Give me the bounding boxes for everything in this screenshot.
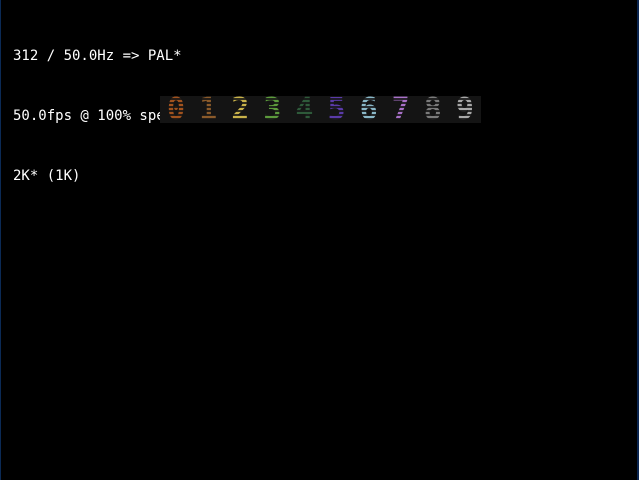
memory-text: 2K* (1K) — [13, 168, 81, 184]
digit-7: 7 — [384, 96, 417, 123]
left-border — [0, 0, 1, 480]
video-mode-text: 312 / 50.0Hz => PAL* — [13, 48, 182, 64]
digit-0: 0 — [160, 96, 193, 123]
digit-5: 5 — [320, 96, 353, 123]
digit-9: 9 — [448, 96, 481, 123]
digit-2: 2 — [224, 96, 257, 123]
digit-6: 6 — [352, 96, 385, 123]
digit-8: 8 — [416, 96, 449, 123]
digit-3: 3 — [256, 96, 289, 123]
status-overlay: 312 / 50.0Hz => PAL* 50.0fps @ 100% spee… — [13, 6, 182, 226]
digit-1: 1 — [192, 96, 225, 123]
color-digit-strip: 0123456789 — [160, 96, 481, 123]
framerate-text: 50.0fps @ 100% speed — [13, 108, 182, 124]
digit-4: 4 — [288, 96, 321, 123]
emulator-screen: 312 / 50.0Hz => PAL* 50.0fps @ 100% spee… — [0, 0, 639, 480]
